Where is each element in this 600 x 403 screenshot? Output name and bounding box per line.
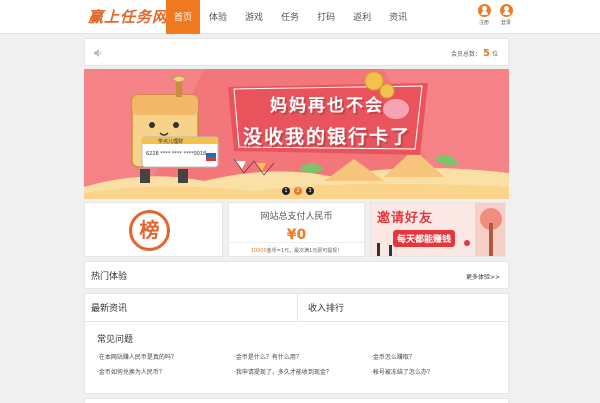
card-text: 学点儿理财 6228 **** **** ****0018 [146, 139, 207, 157]
news-rank-section: 最新资讯 收入排行 [84, 293, 509, 322]
stats-row: 榜 网站总支付人民币 ¥0 10000金币=1元，最次满1元即可提现！ 邀请好友… [84, 202, 509, 257]
banner-line1: 妈妈再也不会 [270, 96, 384, 116]
carousel-dot[interactable]: 3 [306, 187, 314, 195]
top-header: 赢上任务网 首页 体验 游戏 任务 打码 返利 资讯 注册 登录 [0, 0, 600, 34]
faq-item[interactable]: ·我申请提现了，多久才能收到现金？ [234, 367, 371, 376]
nav-tasks[interactable]: 任务 [272, 0, 308, 34]
user-icon [499, 4, 513, 17]
member-count-value: 5 [483, 48, 490, 59]
faq-section: 常见问题 ·在本网站赚人民币是真的吗？ ·金币是什么？有什么用？ ·金币怎么赚取… [84, 322, 509, 394]
faq-item[interactable]: ·金币如何兑换为人民币？ [97, 367, 234, 376]
card-number: 6228 **** **** ****0018 [146, 151, 207, 157]
nav-home[interactable]: 首页 [166, 0, 201, 34]
total-paid-label: 网站总支付人民币 [260, 212, 333, 222]
carousel-dot[interactable]: 1 [282, 187, 290, 195]
invite-subtitle: 每天都能赚钱 [393, 230, 456, 247]
speaker-icon [94, 49, 102, 57]
rank-badge: 榜 [129, 210, 170, 251]
invite-title: 邀请好友 [377, 211, 434, 226]
banner-headline: 妈妈再也不会 没收我的银行卡了 [232, 91, 422, 149]
faq-title: 常见问题 [97, 335, 134, 345]
nav-captcha[interactable]: 打码 [308, 0, 344, 34]
register-button[interactable]: 注册 [476, 4, 492, 26]
login-button[interactable]: 登录 [498, 4, 514, 26]
promo-banner[interactable]: 妈妈再也不会 没收我的银行卡了 学点儿理财 6228 **** **** ***… [84, 69, 509, 199]
faq-item[interactable]: ·帐号被冻结了怎么办？ [371, 367, 497, 376]
ranking-block[interactable]: 榜 [84, 202, 223, 257]
invite-banner[interactable]: 邀请好友 每天都能赚钱 [370, 202, 506, 257]
user-add-icon [477, 4, 491, 17]
exchange-note: 10000金币=1元，最次满1元即可提现！ [229, 242, 364, 254]
income-rank-title[interactable]: 收入排行 [308, 301, 344, 314]
card-brand: 学点儿理财 [158, 139, 184, 145]
notice-bar: 会员总数： 5 位 [84, 38, 509, 66]
income-rank-column: 收入排行 [298, 294, 508, 321]
faq-list: ·在本网站赚人民币是真的吗？ ·金币是什么？有什么用？ ·金币怎么赚取？ ·金币… [97, 352, 497, 376]
site-logo[interactable]: 赢上任务网 [88, 6, 168, 27]
nav-news[interactable]: 资讯 [380, 0, 416, 34]
carousel-dots: 1 2 3 [282, 187, 314, 195]
main-nav: 首页 体验 游戏 任务 打码 返利 资讯 [166, 0, 416, 34]
main-content: 会员总数： 5 位 妈妈再也不会 没收我的银行卡了 学点儿理财 6228 ***… [84, 38, 509, 394]
more-experience-link[interactable]: 更多体验>> [466, 272, 500, 281]
hot-experience-section: 热门体验 更多体验>> [84, 261, 509, 289]
faq-item[interactable]: ·金币是什么？有什么用？ [234, 352, 371, 361]
total-paid-block: 网站总支付人民币 ¥0 10000金币=1元，最次满1元即可提现！ [228, 202, 365, 257]
total-paid-value: ¥0 [286, 227, 307, 243]
faq-item[interactable]: ·在本网站赚人民币是真的吗？ [97, 352, 234, 361]
register-label: 注册 [478, 20, 489, 26]
user-actions: 注册 登录 [476, 4, 514, 26]
next-section-edge [84, 398, 509, 403]
nav-games[interactable]: 游戏 [236, 0, 272, 34]
hot-experience-title: 热门体验 [91, 272, 128, 282]
banner-line2: 没收我的银行卡了 [242, 126, 411, 148]
login-label: 登录 [500, 20, 511, 26]
member-count: 会员总数： 5 位 [451, 48, 498, 59]
news-title[interactable]: 最新资讯 [91, 301, 127, 314]
nav-rebate[interactable]: 返利 [344, 0, 380, 34]
faq-item[interactable]: ·金币怎么赚取？ [371, 352, 497, 361]
nav-experience[interactable]: 体验 [200, 0, 236, 34]
carousel-dot[interactable]: 2 [294, 187, 302, 195]
news-column: 最新资讯 [85, 294, 298, 321]
